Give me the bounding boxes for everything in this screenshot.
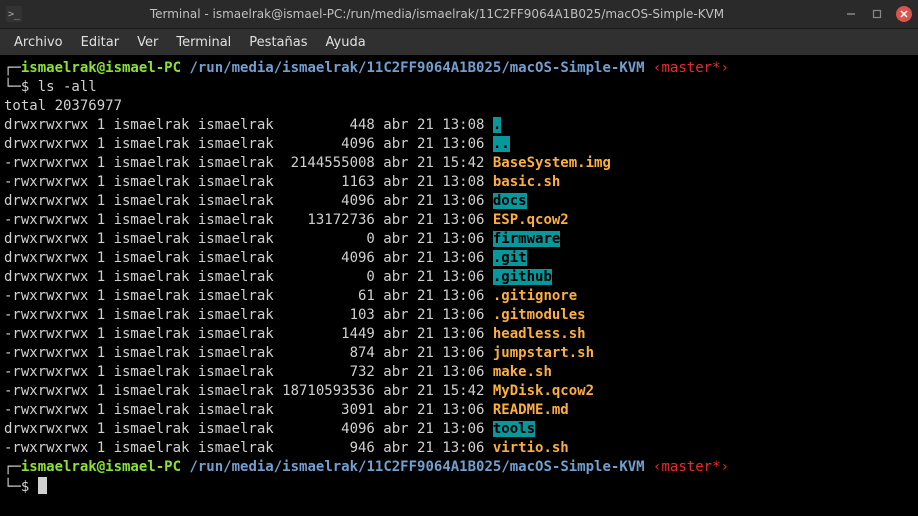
menu-ver[interactable]: Ver xyxy=(129,32,166,53)
window-title: Terminal - ismaelrak@ismael-PC:/run/medi… xyxy=(30,7,844,21)
terminal-output[interactable]: ┌─ismaelrak@ismael-PC /run/media/ismaelr… xyxy=(0,55,918,516)
close-button[interactable] xyxy=(896,6,912,22)
menu-editar[interactable]: Editar xyxy=(73,32,128,53)
menu-ayuda[interactable]: Ayuda xyxy=(318,32,374,53)
window-controls xyxy=(844,6,912,22)
menu-terminal[interactable]: Terminal xyxy=(168,32,239,53)
menubar: Archivo Editar Ver Terminal Pestañas Ayu… xyxy=(0,29,918,55)
terminal-cursor xyxy=(38,477,47,494)
maximize-button[interactable] xyxy=(870,7,884,21)
minimize-button[interactable] xyxy=(844,7,858,21)
menu-archivo[interactable]: Archivo xyxy=(6,32,71,53)
menu-pestanas[interactable]: Pestañas xyxy=(241,32,315,53)
titlebar: >_ Terminal - ismaelrak@ismael-PC:/run/m… xyxy=(0,0,918,29)
terminal-app-icon: >_ xyxy=(6,6,22,22)
